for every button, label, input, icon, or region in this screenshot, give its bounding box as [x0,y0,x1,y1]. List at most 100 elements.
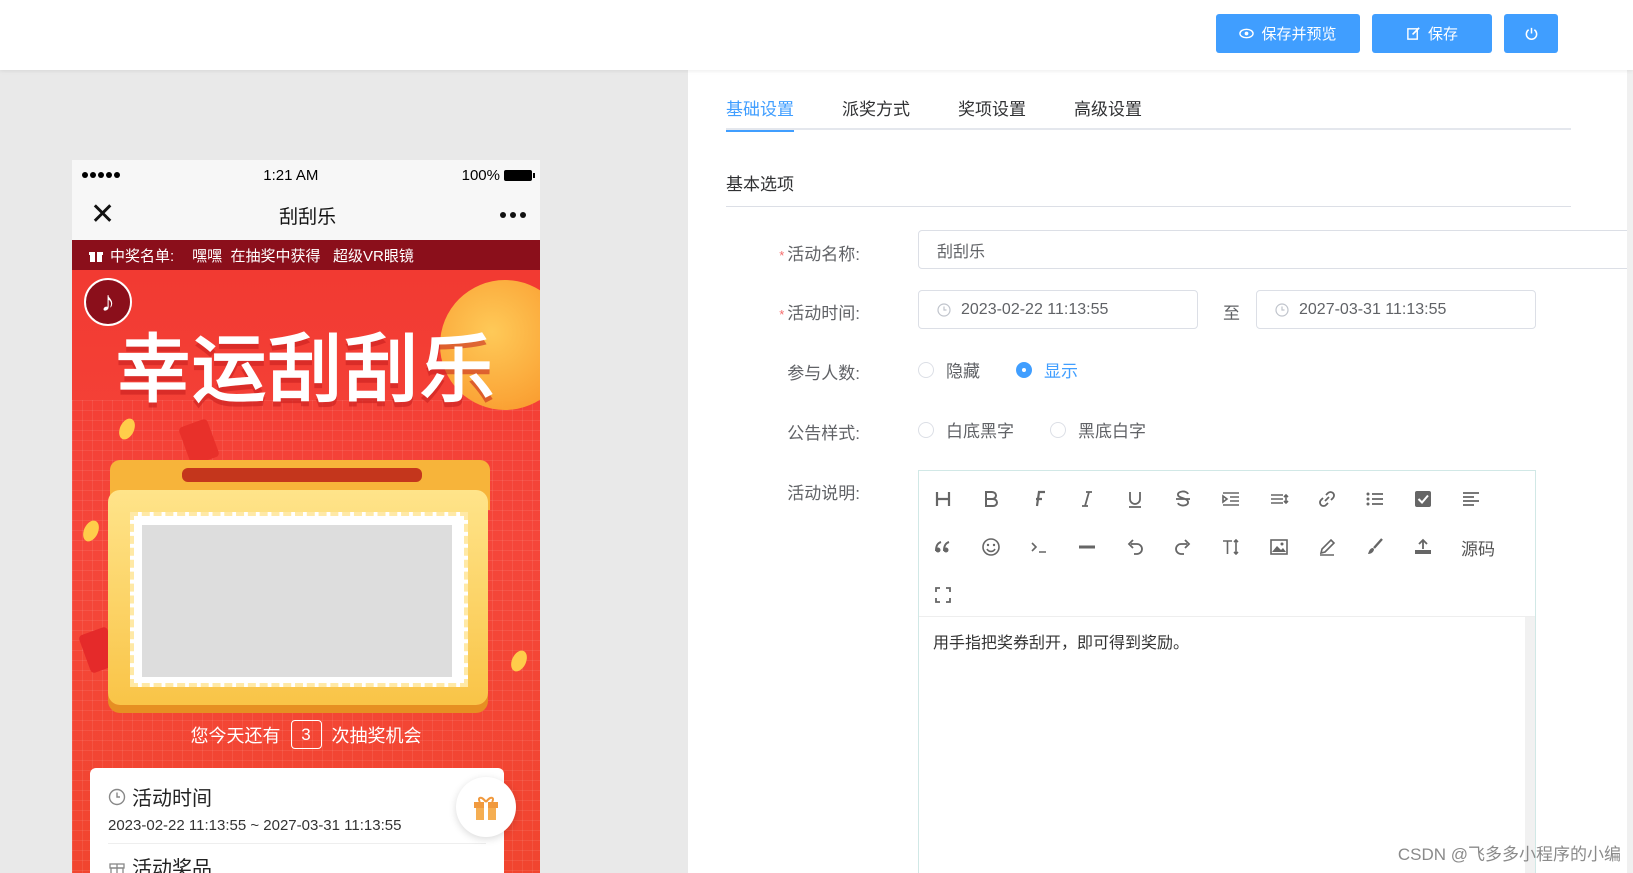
description-label: 活动说明: [787,484,860,503]
section-divider [726,206,1571,207]
headline: 幸运刮刮乐 [116,327,496,413]
start-time-input[interactable]: 2023-02-22 11:13:55 [918,290,1198,329]
upload-icon[interactable] [1399,523,1447,571]
gift-icon [89,252,103,262]
signal-icon [82,172,120,178]
radio-circle [918,421,934,438]
activity-name-input[interactable]: 刮刮乐 [918,230,1633,269]
required-mark: * [779,248,785,263]
radio-circle [918,361,934,378]
winners-label: 中奖名单: [110,247,175,265]
radio-label: 显示 [1044,362,1078,381]
radio-label: 白底黑字 [946,422,1014,441]
image-icon[interactable] [1255,523,1303,571]
status-time: 1:21 AM [263,166,319,184]
save-button[interactable]: 保存 [1372,14,1492,53]
heading-icon[interactable] [919,475,967,523]
top-toolbar: 保存并预览 保存 [0,0,1633,70]
list-icon[interactable] [1351,475,1399,523]
save-and-preview-label: 保存并预览 [1261,26,1337,43]
align-left-icon[interactable] [1447,475,1495,523]
close-icon[interactable]: ✕ [90,200,115,230]
notice-black-bg-radio[interactable]: 黑底白字 [1050,417,1146,442]
page-scrollbar[interactable] [1627,70,1633,873]
watermark: CSDN @飞多多小程序的小编 [1397,845,1621,864]
italic-icon[interactable] [1063,475,1111,523]
brush-icon[interactable] [1351,523,1399,571]
editor-content[interactable]: 用手指把奖券刮开，即可得到奖励。 [919,617,1535,665]
gift-icon [474,796,498,820]
tab-advanced-settings[interactable]: 高级设置 [1074,92,1142,130]
clock-icon [1275,302,1289,317]
editor-toolbar: 源码 [919,471,1535,617]
notice-style-radio-group: 白底黑字 黑底白字 [918,417,1146,442]
radio-circle [1050,421,1066,438]
activity-prize-row: 活动奖品 [108,852,486,873]
checkbox-icon[interactable] [1399,475,1447,523]
fullscreen-icon[interactable] [919,571,967,619]
line-height-icon[interactable] [1255,475,1303,523]
undo-icon[interactable] [1111,523,1159,571]
quote-icon[interactable] [919,523,967,571]
scratch-area[interactable] [142,525,452,677]
activity-prize-title: 活动奖品 [132,858,212,873]
chance-count: 3 [290,720,322,749]
activity-name-label: * 活动名称: [690,240,860,265]
eye-icon [1239,28,1255,39]
save-label: 保存 [1427,26,1458,43]
save-and-preview-button[interactable]: 保存并预览 [1216,14,1360,53]
code-icon[interactable] [1015,523,1063,571]
radio-label: 隐藏 [946,362,980,381]
chance-text: 您今天还有 3 次抽奖机会 [72,720,540,749]
participants-hide-radio[interactable]: 隐藏 [918,357,980,382]
activity-name-label-text: 活动名称: [787,245,860,264]
floating-gift-button[interactable] [456,777,516,837]
power-icon [1525,27,1537,40]
link-icon[interactable] [1303,475,1351,523]
pen-icon[interactable] [1303,523,1351,571]
start-time-value: 2023-02-22 11:13:55 [961,300,1109,318]
gift-outline-icon [109,862,125,873]
bold-icon[interactable] [967,475,1015,523]
font-icon[interactable] [1015,475,1063,523]
activity-name-value: 刮刮乐 [937,243,986,261]
horizontal-rule-icon[interactable] [1063,523,1111,571]
source-code-button[interactable]: 源码 [1447,523,1509,571]
time-range-separator: 至 [1223,304,1240,323]
tab-award-method[interactable]: 派奖方式 [842,92,910,130]
chance-prefix: 您今天还有 [190,725,281,746]
phone-page-title: 刮刮乐 [279,206,337,228]
preview-area: 1:21 AM 100% ✕ 刮刮乐 中奖名单: 嘿嘿 在抽奖中获得 超级VR眼… [0,70,688,873]
participants-show-radio[interactable]: 显示 [1016,357,1078,382]
more-icon[interactable] [500,212,526,218]
tab-prize-settings[interactable]: 奖项设置 [958,92,1026,130]
tab-basic-settings[interactable]: 基础设置 [726,92,794,132]
strikethrough-icon[interactable] [1159,475,1207,523]
redo-icon[interactable] [1159,523,1207,571]
radio-circle [1016,361,1032,378]
power-button[interactable] [1504,14,1558,53]
notice-white-bg-radio[interactable]: 白底黑字 [918,417,1014,442]
winners-text: 嘿嘿 在抽奖中获得 超级VR眼镜 [192,247,414,265]
battery-percent: 100% [461,166,500,184]
settings-tabs: 基础设置 派奖方式 奖项设置 高级设置 [726,92,1571,132]
participants-label: 参与人数: [787,364,860,383]
activity-time-label-text: 活动时间: [787,304,860,323]
underline-icon[interactable] [1111,475,1159,523]
box-slot [182,468,422,482]
winners-ticker: 中奖名单: 嘿嘿 在抽奖中获得 超级VR眼镜 [72,240,540,270]
activity-time-row: 活动时间 [108,782,486,811]
edit-icon [1407,27,1420,40]
battery-indicator: 100% [461,166,535,184]
clock-icon [937,302,951,317]
emoji-icon[interactable] [967,523,1015,571]
activity-time-range: 2023-02-22 11:13:55 ~ 2027-03-31 11:13:5… [108,817,486,844]
participants-radio-group: 隐藏 显示 [918,357,1078,382]
indent-icon[interactable] [1207,475,1255,523]
phone-status-bar: 1:21 AM 100% [72,160,540,190]
settings-panel: 基础设置 派奖方式 奖项设置 高级设置 基本选项 * 活动名称: 刮刮乐 * 活动时… [688,70,1633,873]
editor-scrollbar[interactable] [1525,617,1535,873]
notice-style-label: 公告样式: [787,424,860,443]
end-time-input[interactable]: 2027-03-31 11:13:55 [1256,290,1536,329]
text-size-icon[interactable] [1207,523,1255,571]
